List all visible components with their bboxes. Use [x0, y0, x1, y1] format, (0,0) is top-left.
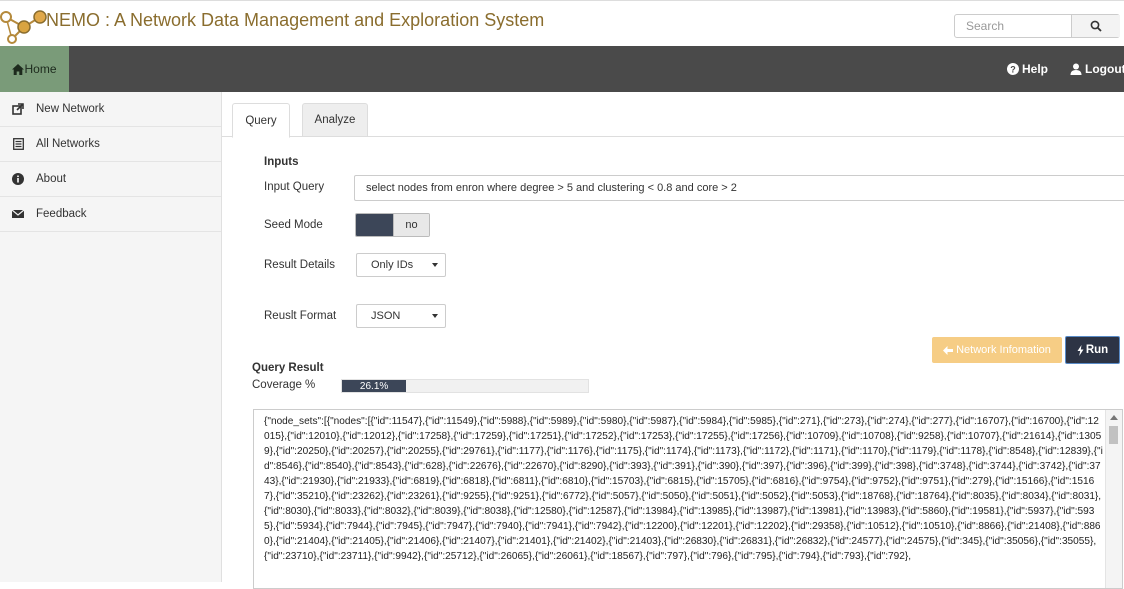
query-result-text: {"node_sets":[{"nodes":[{"id":11547},{"i… [264, 416, 1103, 562]
search-button[interactable] [1071, 15, 1120, 37]
sidebar-item-label: Feedback [36, 208, 87, 220]
svg-text:?: ? [1010, 64, 1016, 74]
inputs-heading: Inputs [264, 156, 299, 168]
sidebar: New Network All Networks About Feedback [0, 92, 222, 582]
caret-down-icon [432, 314, 438, 318]
sidebar-item-about[interactable]: About [0, 162, 221, 197]
result-details-value: Only IDs [371, 259, 414, 271]
list-icon [0, 138, 36, 150]
input-query-field[interactable]: select nodes from enron where degree > 5… [354, 175, 1124, 201]
scroll-thumb[interactable] [1109, 426, 1118, 444]
seed-mode-label: Seed Mode [264, 219, 323, 231]
user-icon [1070, 63, 1082, 75]
bolt-icon [1077, 344, 1084, 356]
arrow-left-icon [943, 345, 954, 355]
nav-home[interactable]: Home [0, 46, 69, 92]
nav-logout[interactable]: Logout [1070, 46, 1124, 92]
sidebar-item-new-network[interactable]: New Network [0, 92, 221, 127]
sidebar-item-all-networks[interactable]: All Networks [0, 127, 221, 162]
caret-down-icon [432, 263, 438, 267]
info-circle-icon [0, 173, 36, 185]
result-format-label: Reuslt Format [264, 310, 337, 322]
navbar: Home ? Help Logout [0, 46, 1124, 92]
tab-query[interactable]: Query [232, 103, 290, 138]
nav-home-label: Home [24, 62, 57, 76]
query-result-textarea[interactable]: {"node_sets":[{"nodes":[{"id":11547},{"i… [253, 409, 1123, 589]
search-box [954, 14, 1120, 38]
result-format-value: JSON [371, 310, 401, 322]
toggle-handle [356, 214, 393, 236]
run-label: Run [1085, 344, 1109, 356]
external-link-icon [0, 103, 36, 115]
nav-help[interactable]: ? Help [1007, 46, 1048, 92]
input-query-label: Input Query [264, 181, 325, 193]
result-details-label: Result Details [264, 259, 335, 271]
nav-logout-label: Logout [1085, 62, 1124, 76]
network-logo-icon [0, 10, 47, 44]
envelope-icon [0, 209, 36, 219]
sidebar-item-label: All Networks [36, 138, 100, 150]
tab-bar: Query Analyze [222, 92, 1124, 138]
run-button[interactable]: Run [1065, 336, 1120, 364]
app-title: NEMO : A Network Data Management and Exp… [46, 10, 545, 30]
nav-help-label: Help [1022, 62, 1049, 76]
query-panel: Inputs Input Query select nodes from enr… [222, 137, 1124, 589]
coverage-progress-fill: 26.1% [342, 380, 407, 392]
tab-analyze[interactable]: Analyze [302, 103, 368, 137]
result-scrollbar[interactable] [1105, 410, 1122, 588]
question-circle-icon: ? [1007, 63, 1019, 75]
scroll-up-icon[interactable] [1110, 415, 1118, 420]
sidebar-item-label: About [36, 173, 67, 185]
query-result-heading: Query Result [252, 362, 324, 374]
seed-mode-toggle[interactable]: no [355, 213, 430, 237]
home-icon [12, 63, 25, 75]
toggle-state-label: no [393, 214, 429, 236]
coverage-progress-bar: 26.1% [341, 379, 589, 393]
sidebar-item-feedback[interactable]: Feedback [0, 197, 221, 232]
network-information-button[interactable]: Network Infomation [932, 337, 1062, 363]
result-format-select[interactable]: JSON [356, 304, 446, 328]
network-information-label: Network Infomation [956, 344, 1051, 356]
header: NEMO : A Network Data Management and Exp… [0, 0, 1124, 47]
search-icon [1090, 20, 1102, 32]
coverage-value: 26.1% [359, 380, 389, 392]
coverage-label: Coverage % [252, 379, 316, 391]
sidebar-item-label: New Network [36, 103, 105, 115]
result-details-select[interactable]: Only IDs [356, 253, 446, 277]
